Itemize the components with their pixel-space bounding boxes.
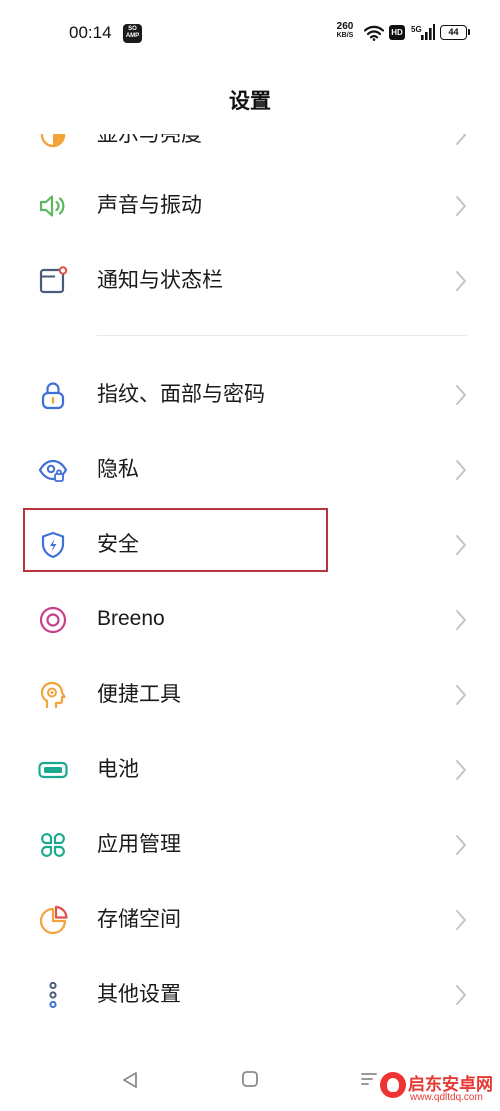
storage-icon xyxy=(39,905,68,935)
settings-item-tools[interactable]: 便捷工具 xyxy=(0,657,500,731)
settings-item-sound[interactable]: 声音与振动 xyxy=(0,168,500,242)
settings-item-label: 声音与振动 xyxy=(97,193,202,217)
chevron-right-icon xyxy=(456,385,466,405)
settings-item-privacy[interactable]: 隐私 xyxy=(0,432,500,506)
hd-badge: HD xyxy=(389,25,405,40)
settings-item-fingerprint-face-password[interactable]: 指纹、面部与密码 xyxy=(0,357,500,431)
display-brightness-icon xyxy=(40,134,66,148)
wifi-icon xyxy=(364,25,384,41)
privacy-eye-icon xyxy=(38,459,68,482)
chevron-right-icon xyxy=(456,535,466,555)
settings-item-label: 隐私 xyxy=(97,457,139,481)
settings-item-label: 应用管理 xyxy=(97,832,181,856)
network-speed: 260 KB/S xyxy=(333,22,357,40)
breeno-icon xyxy=(39,606,67,634)
apps-icon xyxy=(41,833,65,857)
page-title: 设置 xyxy=(229,89,271,113)
settings-item-label: Breeno xyxy=(97,607,165,630)
settings-item-label: 指纹、面部与密码 xyxy=(97,382,265,406)
settings-item-label: 电池 xyxy=(97,757,139,781)
home-icon[interactable] xyxy=(241,1070,259,1088)
chevron-right-icon xyxy=(456,610,466,630)
settings-item-other[interactable]: 其他设置 xyxy=(0,957,500,1031)
section-divider xyxy=(97,335,467,336)
watermark-logo-icon xyxy=(380,1072,406,1098)
watermark: 启东安卓网 www.qdltdq.com xyxy=(380,1068,500,1108)
settings-item-label: 便捷工具 xyxy=(97,682,181,706)
chevron-right-icon xyxy=(456,760,466,780)
recents-icon[interactable] xyxy=(360,1070,378,1088)
settings-item-breeno[interactable]: Breeno xyxy=(0,582,500,656)
chevron-right-icon xyxy=(456,271,466,291)
chevron-right-icon xyxy=(456,460,466,480)
settings-item-label: 通知与状态栏 xyxy=(97,268,223,292)
settings-item-label: 存储空间 xyxy=(97,907,181,931)
more-settings-icon xyxy=(49,981,57,1009)
highlight-frame xyxy=(23,508,328,572)
back-icon[interactable] xyxy=(121,1070,139,1090)
chevron-right-icon xyxy=(456,910,466,930)
chevron-right-icon xyxy=(456,196,466,216)
network-speed-unit: KB/S xyxy=(336,32,354,39)
network-type: 5G xyxy=(411,25,422,34)
settings-item-storage[interactable]: 存储空间 xyxy=(0,882,500,956)
settings-item-label: 显示与亮度 xyxy=(97,134,202,146)
battery-indicator: 44 xyxy=(440,25,470,40)
settings-item-label: 其他设置 xyxy=(97,982,181,1006)
app-badge-icon: SO AMP xyxy=(123,24,142,43)
tools-icon xyxy=(40,681,66,709)
chevron-right-icon xyxy=(456,685,466,705)
signal-icon: 5G xyxy=(411,24,435,40)
settings-item-display[interactable]: 显示与亮度 xyxy=(0,134,500,171)
lock-icon xyxy=(41,382,65,410)
chevron-right-icon xyxy=(456,134,466,145)
settings-item-app-management[interactable]: 应用管理 xyxy=(0,807,500,881)
status-time: 00:14 xyxy=(69,23,112,42)
speaker-icon xyxy=(39,195,65,217)
settings-item-notification[interactable]: 通知与状态栏 xyxy=(0,243,500,317)
chevron-right-icon xyxy=(456,985,466,1005)
settings-item-battery[interactable]: 电池 xyxy=(0,732,500,806)
network-speed-value: 260 xyxy=(336,21,354,32)
watermark-url: www.qdltdq.com xyxy=(410,1092,483,1103)
settings-list[interactable]: 显示与亮度 声音与振动 通知与状态栏 指纹、面部与密码 隐私 安全 Breeno… xyxy=(0,134,500,1044)
chevron-right-icon xyxy=(456,835,466,855)
notification-icon xyxy=(39,266,68,294)
status-bar: 00:14 SO AMP 260 KB/S HD 5G 44 xyxy=(0,0,500,62)
battery-icon xyxy=(38,761,68,779)
